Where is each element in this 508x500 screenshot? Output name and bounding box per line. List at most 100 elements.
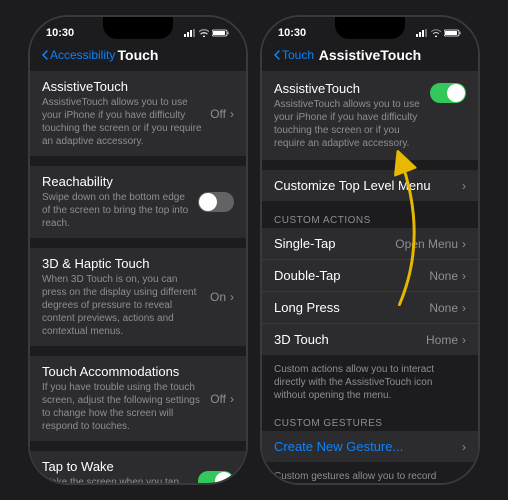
wifi-icon — [199, 29, 209, 37]
tap-wake-title: Tap to Wake — [42, 459, 190, 474]
reachability-right — [198, 192, 234, 212]
at-main-left: AssistiveTouch AssistiveTouch allows you… — [274, 81, 430, 150]
back-button-1[interactable]: Accessibility — [42, 48, 115, 62]
3d-touch-chevron: › — [462, 333, 466, 347]
tap-wake-subtitle: Wake the screen when you tap on the disp… — [42, 476, 190, 483]
wifi-icon-2 — [431, 29, 441, 37]
notch — [103, 17, 173, 39]
haptic-title: 3D & Haptic Touch — [42, 256, 202, 271]
tap-wake-toggle[interactable] — [198, 471, 234, 484]
long-press-left: Long Press — [274, 300, 429, 315]
custom-gestures-subtitle: Custom gestures allow you to record gest… — [274, 470, 466, 483]
toggle-circle — [199, 193, 217, 211]
tap-wake-left: Tap to Wake Wake the screen when you tap… — [42, 459, 198, 483]
battery-icon-2 — [444, 29, 462, 37]
double-tap-right: None › — [429, 269, 466, 283]
accommodations-group: Touch Accommodations If you have trouble… — [30, 356, 246, 441]
at-main-right — [430, 81, 466, 103]
p2-divider-3 — [262, 406, 478, 414]
tap-wake-right — [198, 471, 234, 484]
back-chevron-icon-1 — [42, 50, 48, 60]
double-tap-row[interactable]: Double-Tap None › — [262, 260, 478, 292]
scroll-content-1[interactable]: AssistiveTouch AssistiveTouch allows you… — [30, 71, 246, 483]
at-main-subtitle: AssistiveTouch allows you to use your iP… — [274, 98, 422, 150]
customize-left: Customize Top Level Menu — [274, 178, 462, 193]
nav-bar-2: Touch AssistiveTouch — [262, 43, 478, 71]
notch-2 — [335, 17, 405, 39]
single-tap-chevron: › — [462, 237, 466, 251]
3d-touch-title: 3D Touch — [274, 332, 418, 347]
single-tap-left: Single-Tap — [274, 236, 395, 251]
divider-2 — [30, 240, 246, 248]
at-main-toggle[interactable] — [430, 83, 466, 103]
at-main-row[interactable]: AssistiveTouch AssistiveTouch allows you… — [262, 71, 478, 160]
haptic-subtitle: When 3D Touch is on, you can press on th… — [42, 273, 202, 338]
double-tap-value: None — [429, 269, 458, 283]
custom-actions-subtitle: Custom actions allow you to interact dir… — [274, 363, 466, 402]
long-press-value: None — [429, 301, 458, 315]
double-tap-title: Double-Tap — [274, 268, 421, 283]
custom-actions-header: CUSTOM ACTIONS — [262, 211, 478, 228]
reachability-title: Reachability — [42, 174, 190, 189]
divider-3 — [30, 348, 246, 356]
3d-touch-left: 3D Touch — [274, 332, 426, 347]
nav-title-2: AssistiveTouch — [319, 47, 421, 63]
assistivetouch-chevron: › — [230, 107, 234, 121]
create-gesture-row[interactable]: Create New Gesture... › — [262, 431, 478, 462]
custom-actions-group: Single-Tap Open Menu › Double-Tap None › — [262, 228, 478, 355]
assistivetouch-value: Off — [210, 107, 226, 121]
accommodations-title: Touch Accommodations — [42, 364, 202, 379]
at-main-group: AssistiveTouch AssistiveTouch allows you… — [262, 71, 478, 160]
create-gesture-right: › — [462, 440, 466, 454]
single-tap-row[interactable]: Single-Tap Open Menu › — [262, 228, 478, 260]
phone-touch-settings: 10:30 Accessibilit — [28, 15, 248, 485]
reachability-group: Reachability Swipe down on the bottom ed… — [30, 166, 246, 238]
3d-touch-value: Home — [426, 333, 458, 347]
custom-gestures-footer: Custom gestures allow you to record gest… — [262, 464, 478, 483]
battery-icon — [212, 29, 230, 37]
scroll-content-2[interactable]: AssistiveTouch AssistiveTouch allows you… — [262, 71, 478, 483]
assistivetouch-subtitle: AssistiveTouch allows you to use your iP… — [42, 96, 202, 148]
status-icons-2 — [416, 29, 462, 37]
long-press-row[interactable]: Long Press None › — [262, 292, 478, 324]
3d-touch-row[interactable]: 3D Touch Home › — [262, 324, 478, 355]
create-gesture-chevron: › — [462, 440, 466, 454]
create-gesture-group: Create New Gesture... › — [262, 431, 478, 462]
3d-touch-right: Home › — [426, 333, 466, 347]
haptic-row[interactable]: 3D & Haptic Touch When 3D Touch is on, y… — [30, 248, 246, 346]
signal-icon — [184, 29, 196, 37]
reachability-subtitle: Swipe down on the bottom edge of the scr… — [42, 191, 190, 230]
status-icons-1 — [184, 29, 230, 37]
p2-divider-1 — [262, 162, 478, 170]
assistivetouch-left: AssistiveTouch AssistiveTouch allows you… — [42, 79, 210, 148]
tap-wake-circle — [215, 472, 233, 484]
single-tap-title: Single-Tap — [274, 236, 387, 251]
custom-actions-footer: Custom actions allow you to interact dir… — [262, 357, 478, 406]
back-label-1: Accessibility — [50, 48, 115, 62]
haptic-left: 3D & Haptic Touch When 3D Touch is on, y… — [42, 256, 210, 338]
signal-icon-2 — [416, 29, 428, 37]
customize-row[interactable]: Customize Top Level Menu › — [262, 170, 478, 201]
reachability-row[interactable]: Reachability Swipe down on the bottom ed… — [30, 166, 246, 238]
single-tap-value: Open Menu — [395, 237, 458, 251]
back-button-2[interactable]: Touch — [274, 48, 314, 62]
accommodations-value: Off — [210, 392, 226, 406]
at-main-circle — [447, 84, 465, 102]
reachability-toggle[interactable] — [198, 192, 234, 212]
assistivetouch-row[interactable]: AssistiveTouch AssistiveTouch allows you… — [30, 71, 246, 156]
status-time-1: 10:30 — [46, 27, 74, 39]
long-press-chevron: › — [462, 301, 466, 315]
long-press-title: Long Press — [274, 300, 421, 315]
accommodations-row[interactable]: Touch Accommodations If you have trouble… — [30, 356, 246, 441]
status-time-2: 10:30 — [278, 27, 306, 39]
tap-wake-group: Tap to Wake Wake the screen when you tap… — [30, 451, 246, 483]
divider-1 — [30, 158, 246, 166]
p2-divider-2 — [262, 203, 478, 211]
haptic-right: On › — [210, 290, 234, 304]
tap-wake-row[interactable]: Tap to Wake Wake the screen when you tap… — [30, 451, 246, 483]
haptic-group: 3D & Haptic Touch When 3D Touch is on, y… — [30, 248, 246, 346]
accommodations-chevron: › — [230, 392, 234, 406]
accommodations-subtitle: If you have trouble using the touch scre… — [42, 381, 202, 433]
customize-group: Customize Top Level Menu › — [262, 170, 478, 201]
haptic-value: On — [210, 290, 226, 304]
